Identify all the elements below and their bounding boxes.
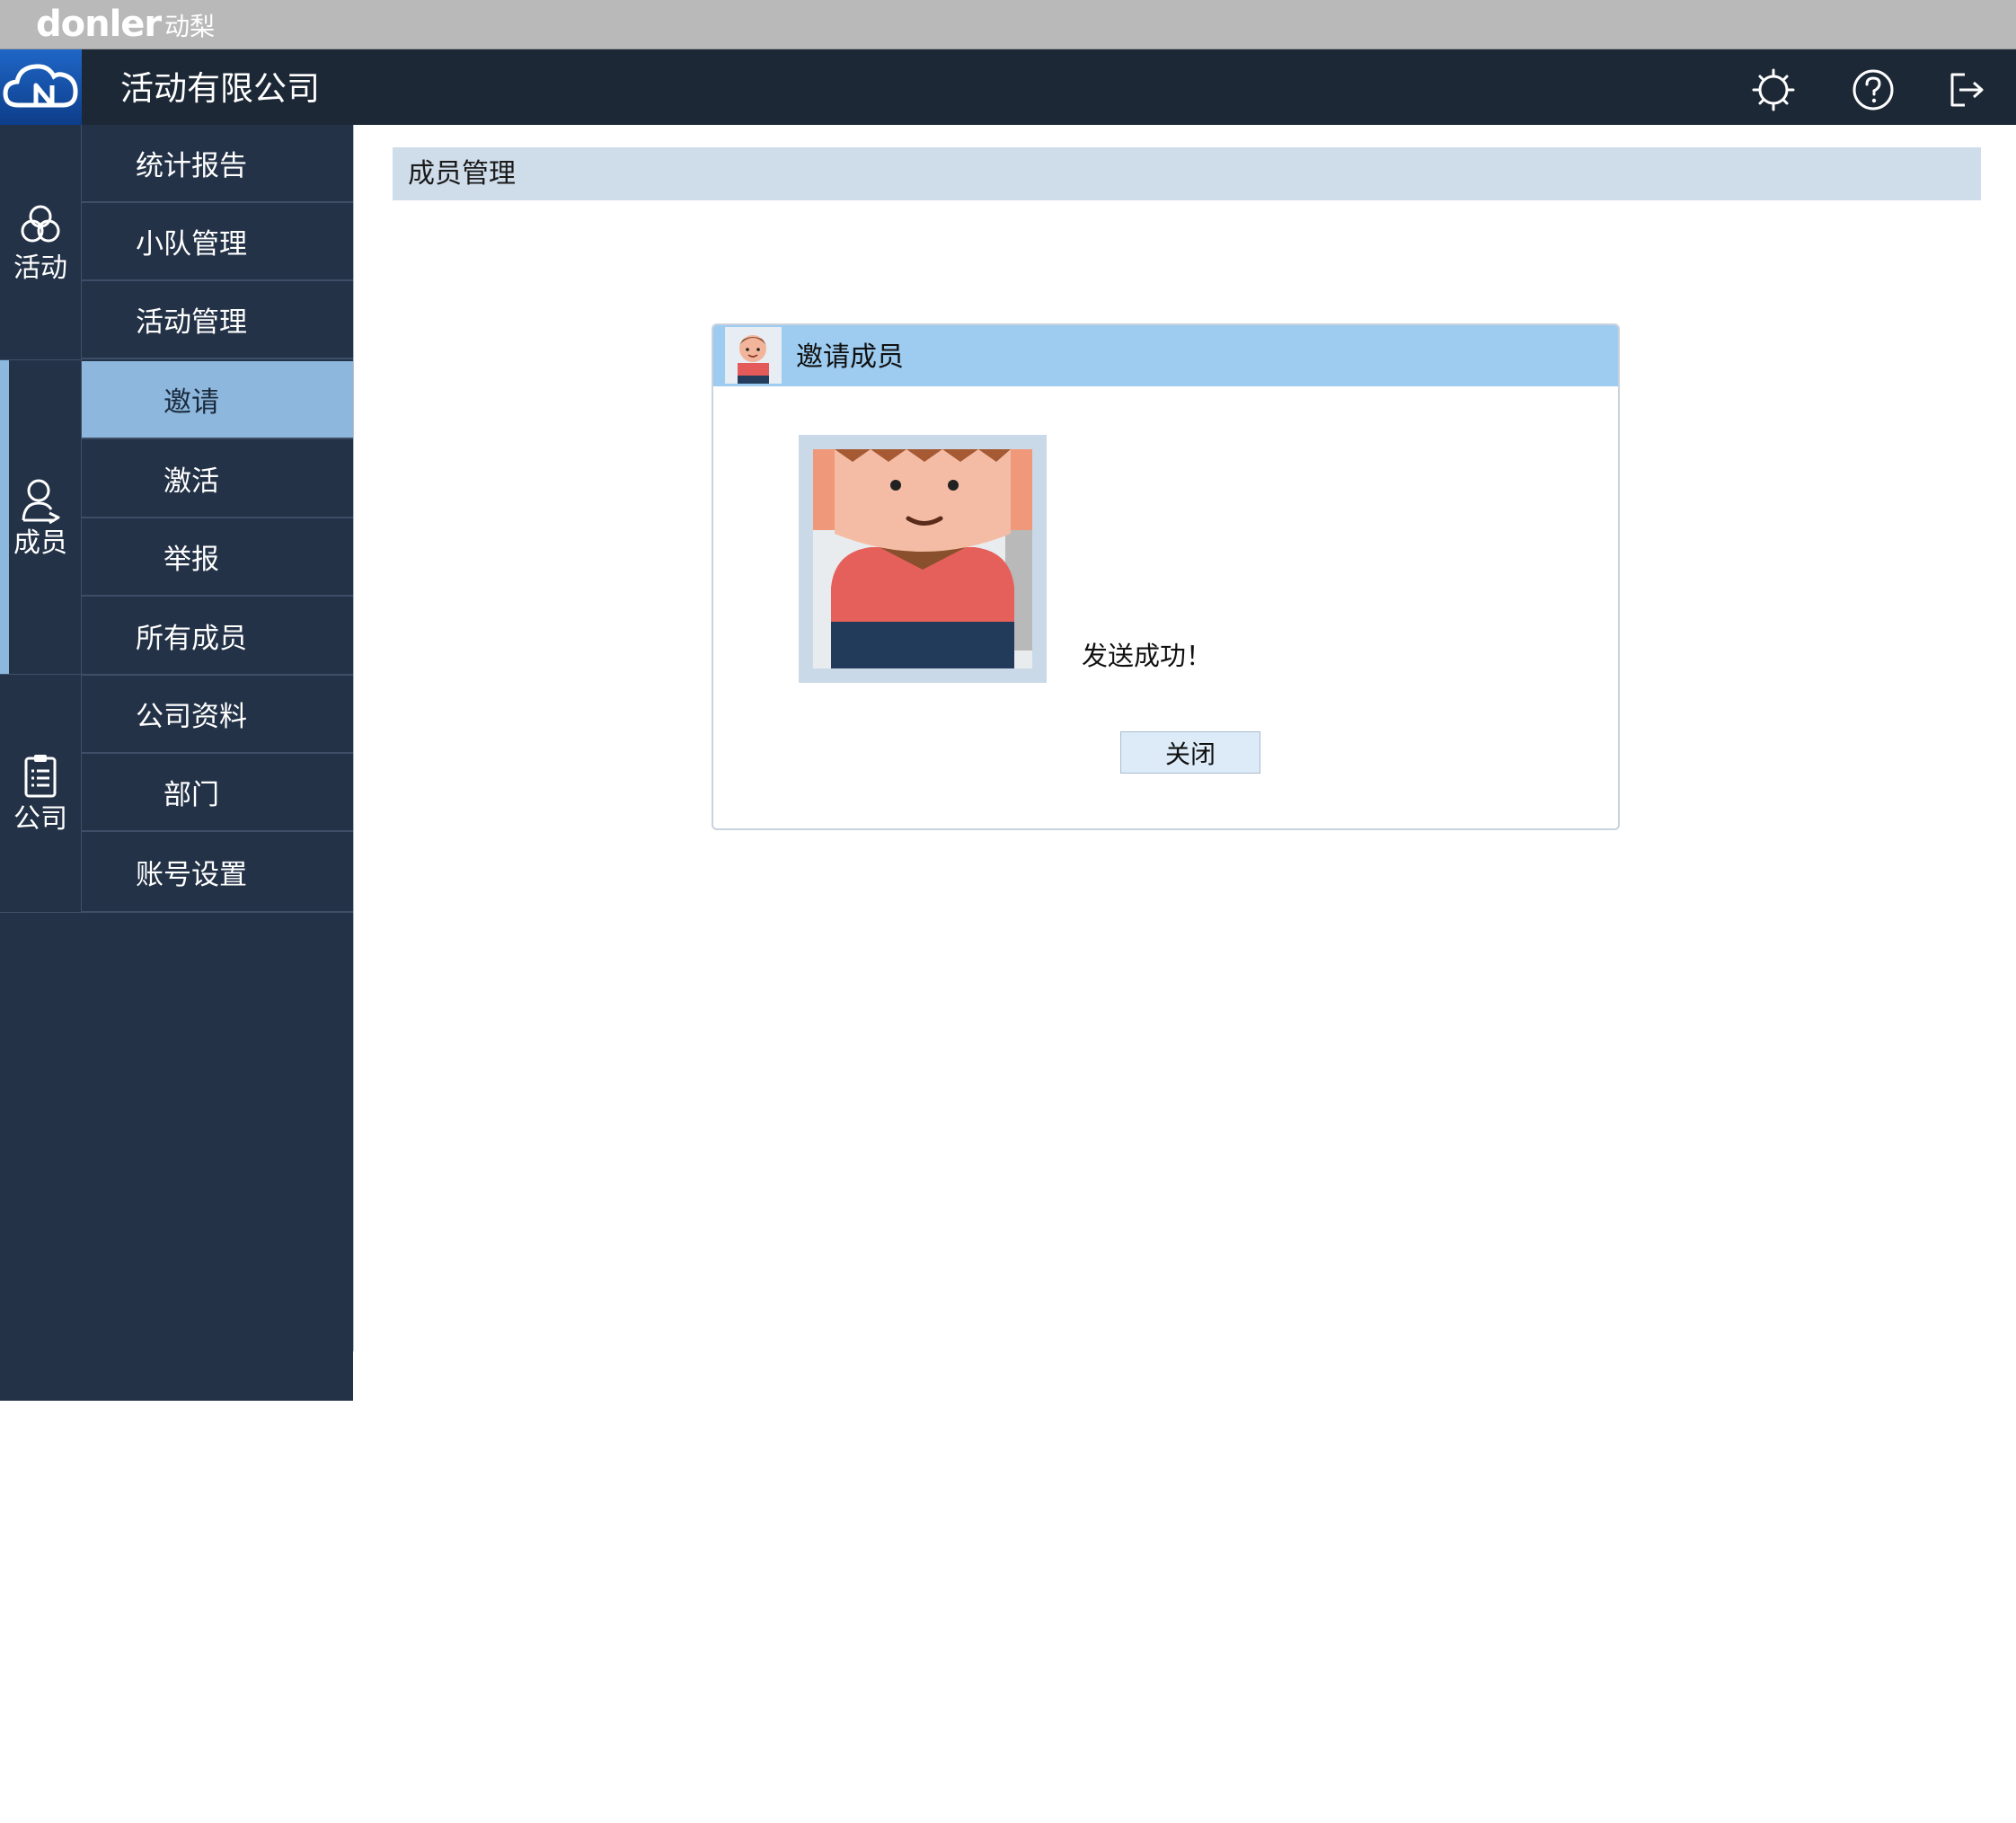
logout-icon[interactable] (1943, 67, 1988, 112)
brand-word: donler (36, 4, 162, 45)
invite-member-dialog: 邀请成员 发送成功！ 关闭 (712, 323, 1620, 830)
rail-label-activity: 活动 (13, 252, 67, 284)
menu-item-label: 统计报告 (136, 150, 247, 182)
menu-item-all-members[interactable]: 所有成员 (82, 597, 353, 676)
menu-item-label: 邀请 (164, 386, 219, 419)
help-circle-icon[interactable] (1851, 67, 1896, 112)
clipboard-icon (24, 755, 57, 798)
company-title: 活动有限公司 (120, 69, 320, 108)
menu-item-company-profile[interactable]: 公司资料 (82, 676, 353, 754)
menu-item-activate[interactable]: 激活 (82, 440, 353, 518)
menu-item-label: 所有成员 (136, 623, 247, 655)
sidebar-divider (353, 125, 354, 1351)
rail-group-company[interactable]: 公司 (0, 675, 82, 913)
page-title: 成员管理 (393, 147, 1981, 200)
rail-group-member[interactable]: 成员 (0, 360, 82, 675)
avatar (799, 435, 1047, 683)
avatar-small-icon (725, 327, 782, 384)
menu-item-label: 激活 (164, 465, 219, 498)
brand-bar: donler 动梨 (0, 0, 2016, 49)
settings-gear-icon[interactable] (1751, 67, 1796, 112)
activity-circles-icon (21, 205, 60, 242)
menu-item-account-settings[interactable]: 账号设置 (82, 832, 353, 913)
menu-item-label: 部门 (164, 779, 219, 811)
sidebar: 活动 成员 公司 统计报告 小队管理 活动管理 邀请 激活 举报 所有成员 公司… (0, 125, 353, 1401)
dialog-header: 邀请成员 (713, 325, 1618, 386)
menu-item-label: 小队管理 (136, 228, 247, 261)
menu-item-invite[interactable]: 邀请 (82, 361, 353, 439)
member-person-icon (22, 479, 60, 524)
menu-item-activity-management[interactable]: 活动管理 (82, 281, 353, 359)
close-button[interactable]: 关闭 (1120, 731, 1260, 774)
donler-logo: donler 动梨 (36, 4, 215, 45)
menu-item-label: 公司资料 (136, 701, 247, 733)
menu-item-report[interactable]: 举报 (82, 518, 353, 597)
brand-chinese-name: 动梨 (164, 12, 216, 41)
menu-item-stats-report[interactable]: 统计报告 (82, 125, 353, 203)
cloud-logo-icon[interactable] (0, 49, 82, 125)
rail-group-activity[interactable]: 活动 (0, 125, 82, 360)
dialog-title: 邀请成员 (796, 341, 904, 373)
menu-item-label: 活动管理 (136, 306, 247, 339)
rail-label-company: 公司 (13, 803, 67, 835)
app-header: 活动有限公司 (0, 49, 2016, 125)
menu-item-label: 账号设置 (136, 858, 247, 891)
rail-label-member: 成员 (13, 527, 67, 559)
menu-item-department[interactable]: 部门 (82, 754, 353, 832)
menu-item-team-management[interactable]: 小队管理 (82, 203, 353, 281)
menu-item-label: 举报 (164, 544, 219, 576)
success-message: 发送成功！ (1082, 641, 1213, 671)
